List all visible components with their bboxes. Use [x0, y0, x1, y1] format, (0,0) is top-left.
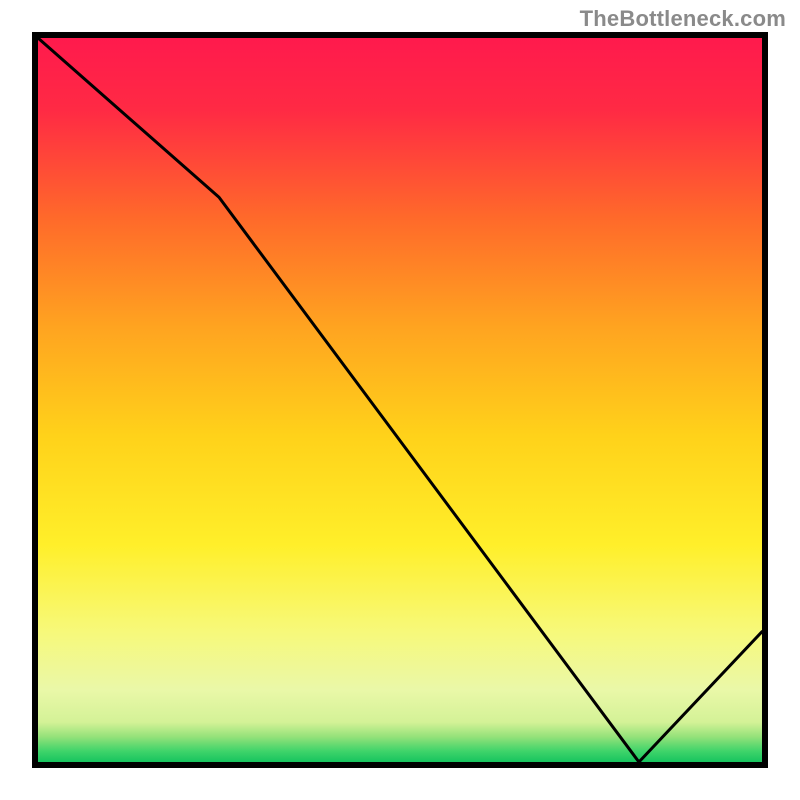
axis-border-bottom [32, 762, 768, 768]
chart-stage: TheBottleneck.com [0, 0, 800, 800]
plot-interior [38, 38, 762, 762]
axis-border-right [762, 32, 768, 768]
plot-frame [32, 32, 768, 768]
data-line [38, 38, 762, 762]
watermark-text: TheBottleneck.com [580, 6, 786, 32]
